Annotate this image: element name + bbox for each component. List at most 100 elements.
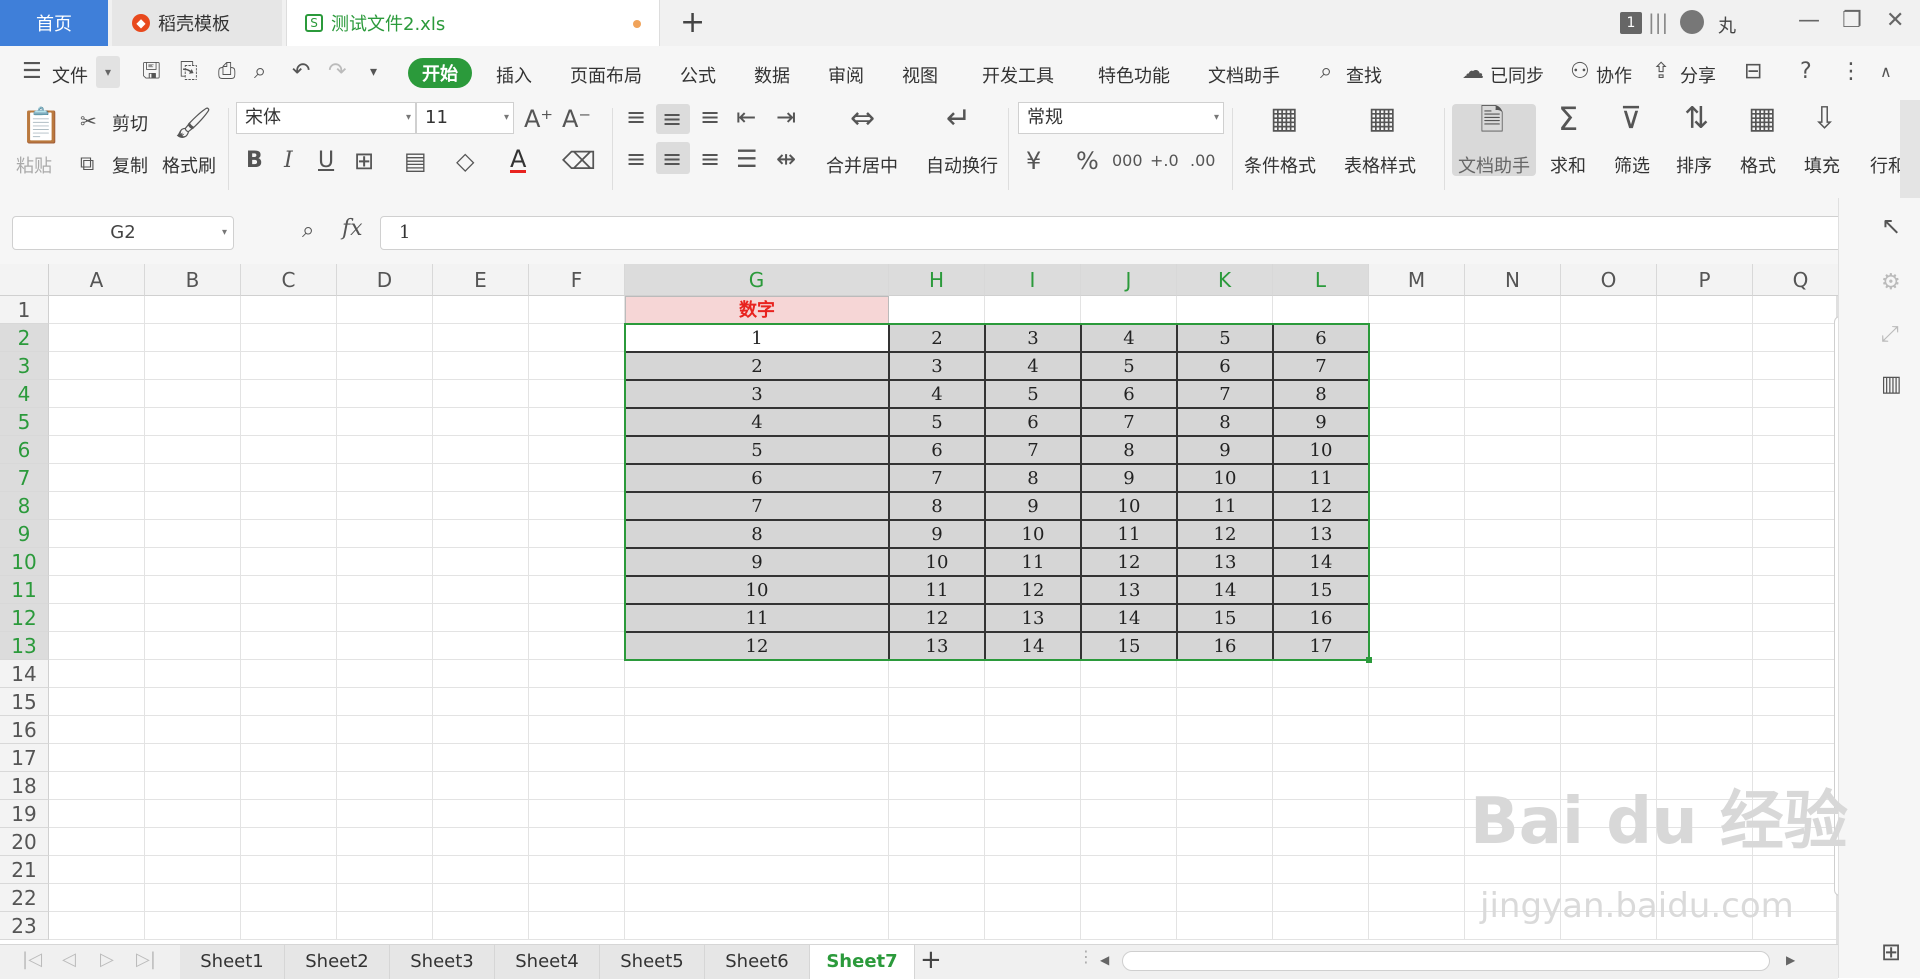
- synced-status[interactable]: 已同步: [1490, 62, 1544, 88]
- cell-k2[interactable]: 5: [1177, 324, 1273, 352]
- row-header-8[interactable]: 8: [0, 492, 49, 520]
- sort-button[interactable]: 排序: [1676, 152, 1712, 178]
- fill-button[interactable]: 填充: [1804, 152, 1840, 178]
- cell-j6[interactable]: 8: [1081, 436, 1177, 464]
- distribute-icon[interactable]: ⇹: [776, 146, 796, 172]
- number-format-select[interactable]: 常规 ▾: [1018, 102, 1224, 134]
- collapse-ribbon-icon[interactable]: ∧: [1880, 60, 1892, 84]
- zoom-lookup-icon[interactable]: ⌕: [302, 218, 314, 243]
- fill-color-icon[interactable]: ◇: [456, 148, 474, 174]
- format-button[interactable]: 格式: [1740, 152, 1776, 178]
- column-header-f[interactable]: F: [529, 264, 625, 296]
- cell-h6[interactable]: 6: [889, 436, 985, 464]
- row-header-11[interactable]: 11: [0, 576, 49, 604]
- row-header-6[interactable]: 6: [0, 436, 49, 464]
- customize-toolbar-icon[interactable]: ▾: [370, 60, 377, 84]
- search-button[interactable]: 查找: [1346, 62, 1382, 88]
- cell-k9[interactable]: 12: [1177, 520, 1273, 548]
- undo-icon[interactable]: ↶: [292, 60, 310, 84]
- cell-h10[interactable]: 10: [889, 548, 985, 576]
- next-sheet-icon[interactable]: ▷: [100, 949, 114, 970]
- scroll-left-icon[interactable]: ◀: [1100, 953, 1109, 967]
- cell-g9[interactable]: 8: [625, 520, 889, 548]
- sheet-tab-sheet4[interactable]: Sheet4: [495, 945, 600, 979]
- cell-l8[interactable]: 12: [1273, 492, 1369, 520]
- add-sheet-button[interactable]: +: [920, 945, 942, 975]
- column-header-l[interactable]: L: [1273, 264, 1369, 296]
- currency-icon[interactable]: ¥: [1026, 148, 1041, 174]
- column-header-m[interactable]: M: [1369, 264, 1465, 296]
- cell-j3[interactable]: 5: [1081, 352, 1177, 380]
- cell-i5[interactable]: 6: [985, 408, 1081, 436]
- percent-icon[interactable]: %: [1076, 148, 1099, 174]
- row-header-20[interactable]: 20: [0, 828, 49, 856]
- cell-j5[interactable]: 7: [1081, 408, 1177, 436]
- cell-j9[interactable]: 11: [1081, 520, 1177, 548]
- column-header-i[interactable]: I: [985, 264, 1081, 296]
- tab-page-layout[interactable]: 页面布局: [570, 62, 642, 88]
- cell-k10[interactable]: 13: [1177, 548, 1273, 576]
- row-header-18[interactable]: 18: [0, 772, 49, 800]
- prev-sheet-icon[interactable]: ◁: [62, 949, 76, 970]
- hamburger-menu-icon[interactable]: ☰: [22, 60, 42, 84]
- borders-icon[interactable]: ⊞: [354, 148, 374, 174]
- increase-indent-icon[interactable]: ⇥: [776, 104, 796, 130]
- align-bottom-icon[interactable]: ≡: [700, 104, 720, 130]
- tab-home[interactable]: 首页: [0, 0, 108, 46]
- cell-h3[interactable]: 3: [889, 352, 985, 380]
- tab-developer[interactable]: 开发工具: [982, 62, 1054, 88]
- row-header-23[interactable]: 23: [0, 912, 49, 940]
- merge-center-button[interactable]: 合并居中: [826, 152, 898, 178]
- cell-h5[interactable]: 5: [889, 408, 985, 436]
- cut-button[interactable]: 剪切: [112, 110, 148, 136]
- cell-h2[interactable]: 2: [889, 324, 985, 352]
- print-preview-icon[interactable]: ⌕: [254, 60, 266, 84]
- export-icon[interactable]: ⎘: [180, 60, 198, 84]
- cell-k12[interactable]: 15: [1177, 604, 1273, 632]
- cell-j10[interactable]: 12: [1081, 548, 1177, 576]
- cell-j12[interactable]: 14: [1081, 604, 1177, 632]
- user-name[interactable]: 丸: [1718, 12, 1736, 38]
- cell-j4[interactable]: 6: [1081, 380, 1177, 408]
- row-header-19[interactable]: 19: [0, 800, 49, 828]
- transform-icon[interactable]: ⤢: [1881, 322, 1899, 347]
- cell-k4[interactable]: 7: [1177, 380, 1273, 408]
- paste-icon[interactable]: 📋: [20, 108, 62, 144]
- sheet-tab-sheet5[interactable]: Sheet5: [600, 945, 705, 979]
- cell-h12[interactable]: 12: [889, 604, 985, 632]
- row-header-13[interactable]: 13: [0, 632, 49, 660]
- cell-j7[interactable]: 9: [1081, 464, 1177, 492]
- cell-i8[interactable]: 9: [985, 492, 1081, 520]
- sheet-tab-sheet7[interactable]: Sheet7: [810, 945, 915, 979]
- row-header-3[interactable]: 3: [0, 352, 49, 380]
- chart-icon[interactable]: ▥: [1881, 372, 1902, 397]
- cell-l9[interactable]: 13: [1273, 520, 1369, 548]
- column-header-b[interactable]: B: [145, 264, 241, 296]
- column-header-p[interactable]: P: [1657, 264, 1753, 296]
- cell-h9[interactable]: 9: [889, 520, 985, 548]
- cell-k8[interactable]: 11: [1177, 492, 1273, 520]
- formula-input[interactable]: 1: [380, 216, 1852, 250]
- cell-j8[interactable]: 10: [1081, 492, 1177, 520]
- row-header-14[interactable]: 14: [0, 660, 49, 688]
- restore-icon[interactable]: ❐: [1842, 8, 1862, 33]
- fill-pattern-icon[interactable]: ▤: [404, 148, 427, 174]
- thousands-separator-icon[interactable]: 000: [1112, 148, 1143, 174]
- cell-i13[interactable]: 14: [985, 632, 1081, 660]
- column-header-k[interactable]: K: [1177, 264, 1273, 296]
- tab-formulas[interactable]: 公式: [680, 62, 716, 88]
- row-header-12[interactable]: 12: [0, 604, 49, 632]
- share-button[interactable]: 分享: [1680, 62, 1716, 88]
- cell-g6[interactable]: 5: [625, 436, 889, 464]
- cell-h7[interactable]: 7: [889, 464, 985, 492]
- column-header-q[interactable]: Q: [1753, 264, 1838, 296]
- column-header-j[interactable]: J: [1081, 264, 1177, 296]
- cell-i3[interactable]: 4: [985, 352, 1081, 380]
- filter-button[interactable]: 筛选: [1614, 152, 1650, 178]
- decrease-decimal-icon[interactable]: .00: [1190, 148, 1215, 174]
- font-color-button[interactable]: A: [510, 147, 527, 173]
- insert-function-button[interactable]: fx: [342, 216, 363, 241]
- properties-icon[interactable]: ⚙: [1881, 270, 1901, 295]
- row-header-5[interactable]: 5: [0, 408, 49, 436]
- align-left-icon[interactable]: ≡: [626, 146, 646, 172]
